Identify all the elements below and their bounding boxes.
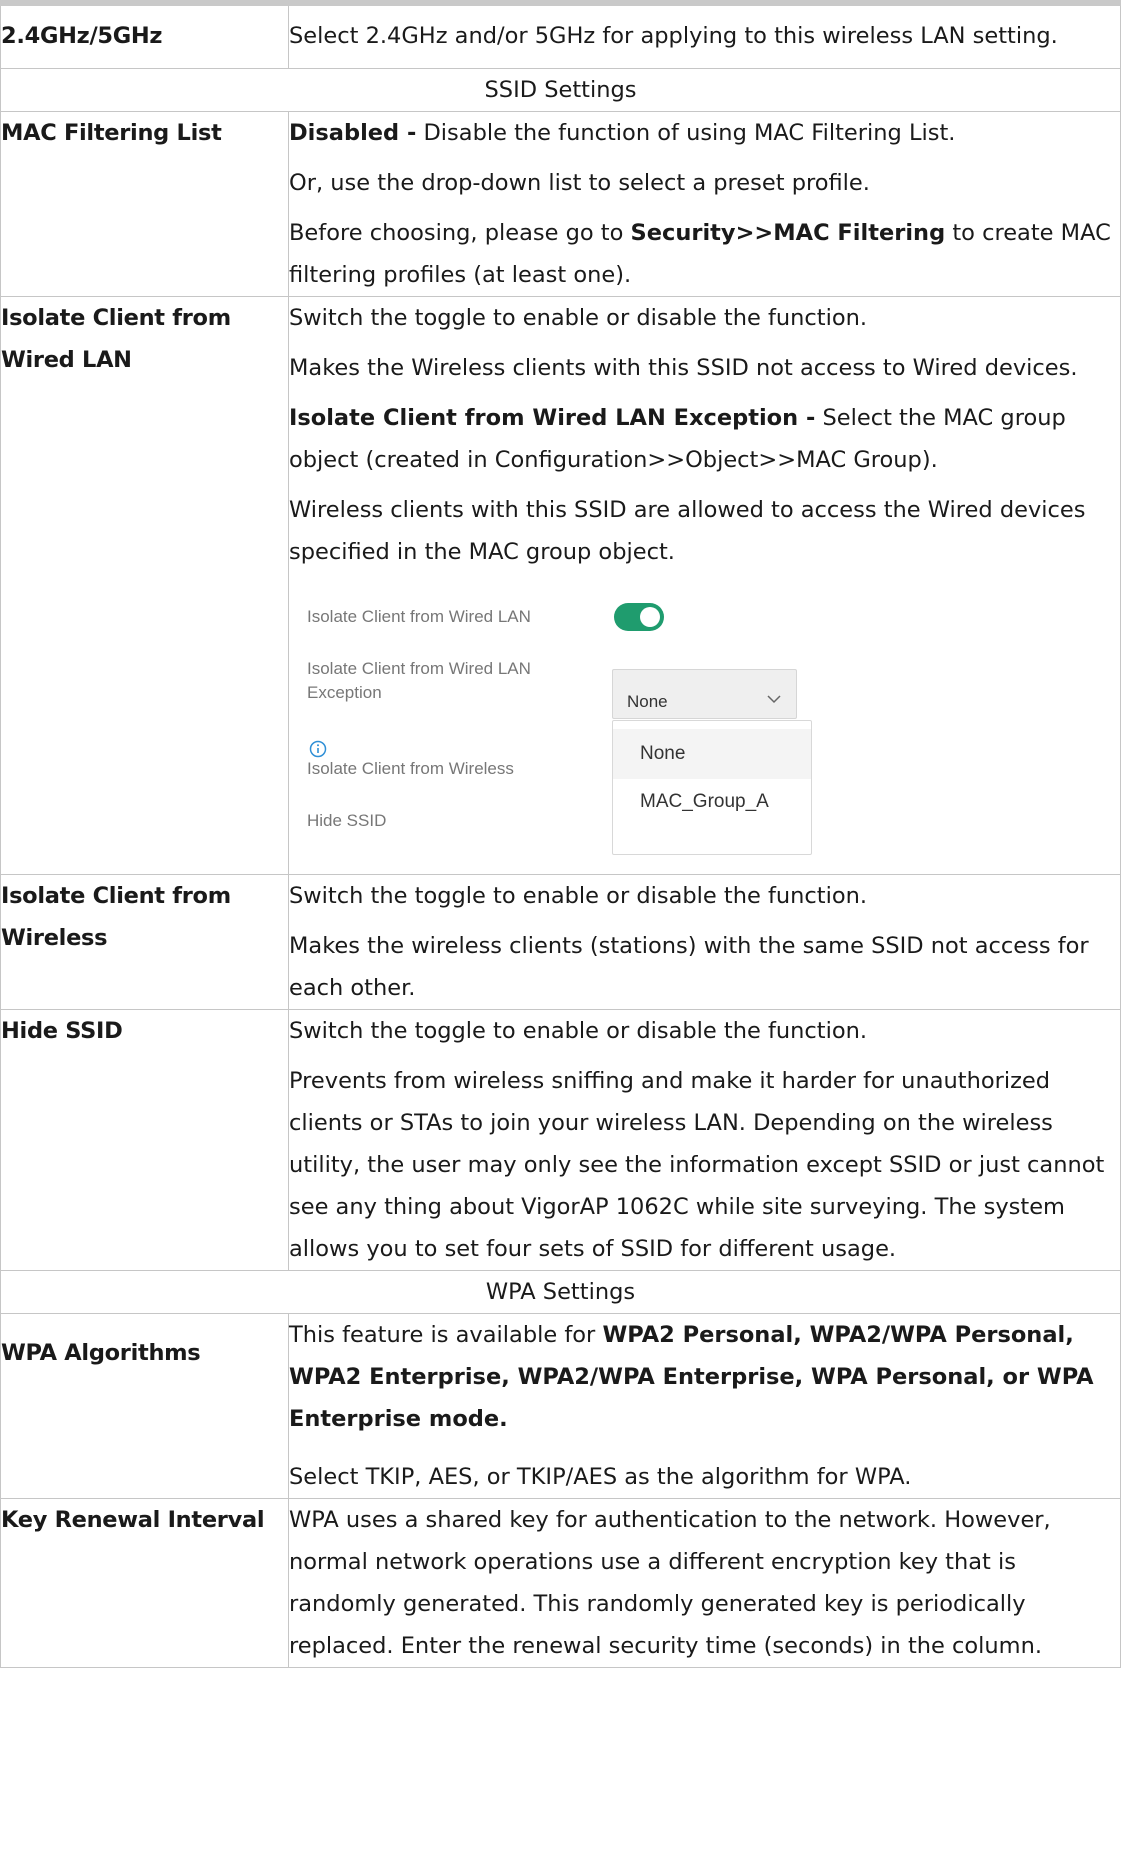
- row-label: Key Renewal Interval: [0, 1498, 289, 1668]
- table-row-wpa-algorithms: WPA Algorithms This feature is available…: [0, 1313, 1121, 1499]
- table-row-key-renewal: Key Renewal Interval WPA uses a shared k…: [0, 1498, 1121, 1668]
- paragraph: Switch the toggle to enable or disable t…: [289, 305, 868, 331]
- settings-table: 2.4GHz/5GHz Select 2.4GHz and/or 5GHz fo…: [0, 0, 1121, 1668]
- exception-label-line2: Exception: [307, 683, 382, 702]
- paragraph: Disabled - Disable the function of using…: [289, 112, 1120, 154]
- dropdown-option-mac-group-a[interactable]: MAC_Group_A: [613, 777, 811, 827]
- row-label: Isolate Client from Wireless: [0, 874, 289, 1010]
- table-row-hide-ssid: Hide SSID Switch the toggle to enable or…: [0, 1009, 1121, 1271]
- isolate-wired-toggle[interactable]: [614, 603, 664, 631]
- dropdown-menu: None MAC_Group_A: [612, 720, 812, 855]
- exception-select[interactable]: None: [612, 669, 797, 719]
- row-description: Disabled - Disable the function of using…: [288, 111, 1121, 297]
- paragraph: Isolate Client from Wired LAN Exception …: [289, 397, 1120, 481]
- row-label: Isolate Client from Wired LAN: [0, 296, 289, 875]
- toggle-knob: [640, 607, 660, 627]
- section-title: SSID Settings: [0, 68, 1121, 112]
- table-row-isolate-wired: Isolate Client from Wired LAN Switch the…: [0, 296, 1121, 875]
- embedded-screenshot: Isolate Client from Wired LAN Isolate Cl…: [291, 583, 812, 868]
- row-description: Switch the toggle to enable or disable t…: [288, 874, 1121, 1010]
- text: Before choosing, please go to: [289, 220, 631, 246]
- table-row-band: 2.4GHz/5GHz Select 2.4GHz and/or 5GHz fo…: [0, 0, 1121, 69]
- bold-term: Isolate Client from Wired LAN Exception …: [289, 405, 816, 431]
- row-label: Hide SSID: [0, 1009, 289, 1271]
- bold-term: Disabled -: [289, 120, 417, 146]
- paragraph: WPA uses a shared key for authentication…: [289, 1507, 1051, 1659]
- bold-term: Security>>MAC Filtering: [630, 220, 946, 246]
- section-title: WPA Settings: [0, 1270, 1121, 1314]
- section-header-wpa: WPA Settings: [0, 1270, 1121, 1314]
- row-label: 2.4GHz/5GHz: [0, 0, 289, 69]
- chevron-down-icon: [764, 681, 784, 723]
- paragraph: Wireless clients with this SSID are allo…: [289, 497, 1086, 565]
- text: This feature is available for: [289, 1322, 603, 1348]
- row-description: Switch the toggle to enable or disable t…: [288, 1009, 1121, 1271]
- paragraph: Prevents from wireless sniffing and make…: [289, 1068, 1105, 1262]
- row-description: Switch the toggle to enable or disable t…: [288, 296, 1121, 875]
- paragraph: Or, use the drop-down list to select a p…: [289, 170, 870, 196]
- row-description: WPA uses a shared key for authentication…: [288, 1498, 1121, 1668]
- paragraph: Switch the toggle to enable or disable t…: [289, 1018, 868, 1044]
- row-label: WPA Algorithms: [0, 1313, 289, 1499]
- table-row-mac-filtering: MAC Filtering List Disabled - Disable th…: [0, 111, 1121, 297]
- exception-label-line1: Isolate Client from Wired LAN: [307, 659, 531, 678]
- text: Disable the function of using MAC Filter…: [416, 120, 956, 146]
- paragraph: Before choosing, please go to Security>>…: [289, 212, 1120, 296]
- dropdown-option-none[interactable]: None: [613, 729, 811, 779]
- hide-ssid-label: Hide SSID: [307, 811, 387, 830]
- document: 2.4GHz/5GHz Select 2.4GHz and/or 5GHz fo…: [0, 0, 1123, 1668]
- row-description: Select 2.4GHz and/or 5GHz for applying t…: [288, 0, 1121, 69]
- select-value: None: [627, 692, 668, 711]
- isolate-wireless-label: Isolate Client from Wireless: [307, 759, 514, 778]
- row-description: This feature is available for WPA2 Perso…: [288, 1313, 1121, 1499]
- section-header-ssid: SSID Settings: [0, 68, 1121, 112]
- paragraph: Switch the toggle to enable or disable t…: [289, 883, 868, 909]
- isolate-wired-label: Isolate Client from Wired LAN: [307, 607, 531, 626]
- table-row-isolate-wireless: Isolate Client from Wireless Switch the …: [0, 874, 1121, 1010]
- paragraph: Select TKIP, AES, or TKIP/AES as the alg…: [289, 1464, 912, 1490]
- paragraph: Makes the wireless clients (stations) wi…: [289, 933, 1089, 1001]
- paragraph: Makes the Wireless clients with this SSI…: [289, 355, 1078, 381]
- row-label: MAC Filtering List: [0, 111, 289, 297]
- paragraph: This feature is available for WPA2 Perso…: [289, 1314, 1120, 1440]
